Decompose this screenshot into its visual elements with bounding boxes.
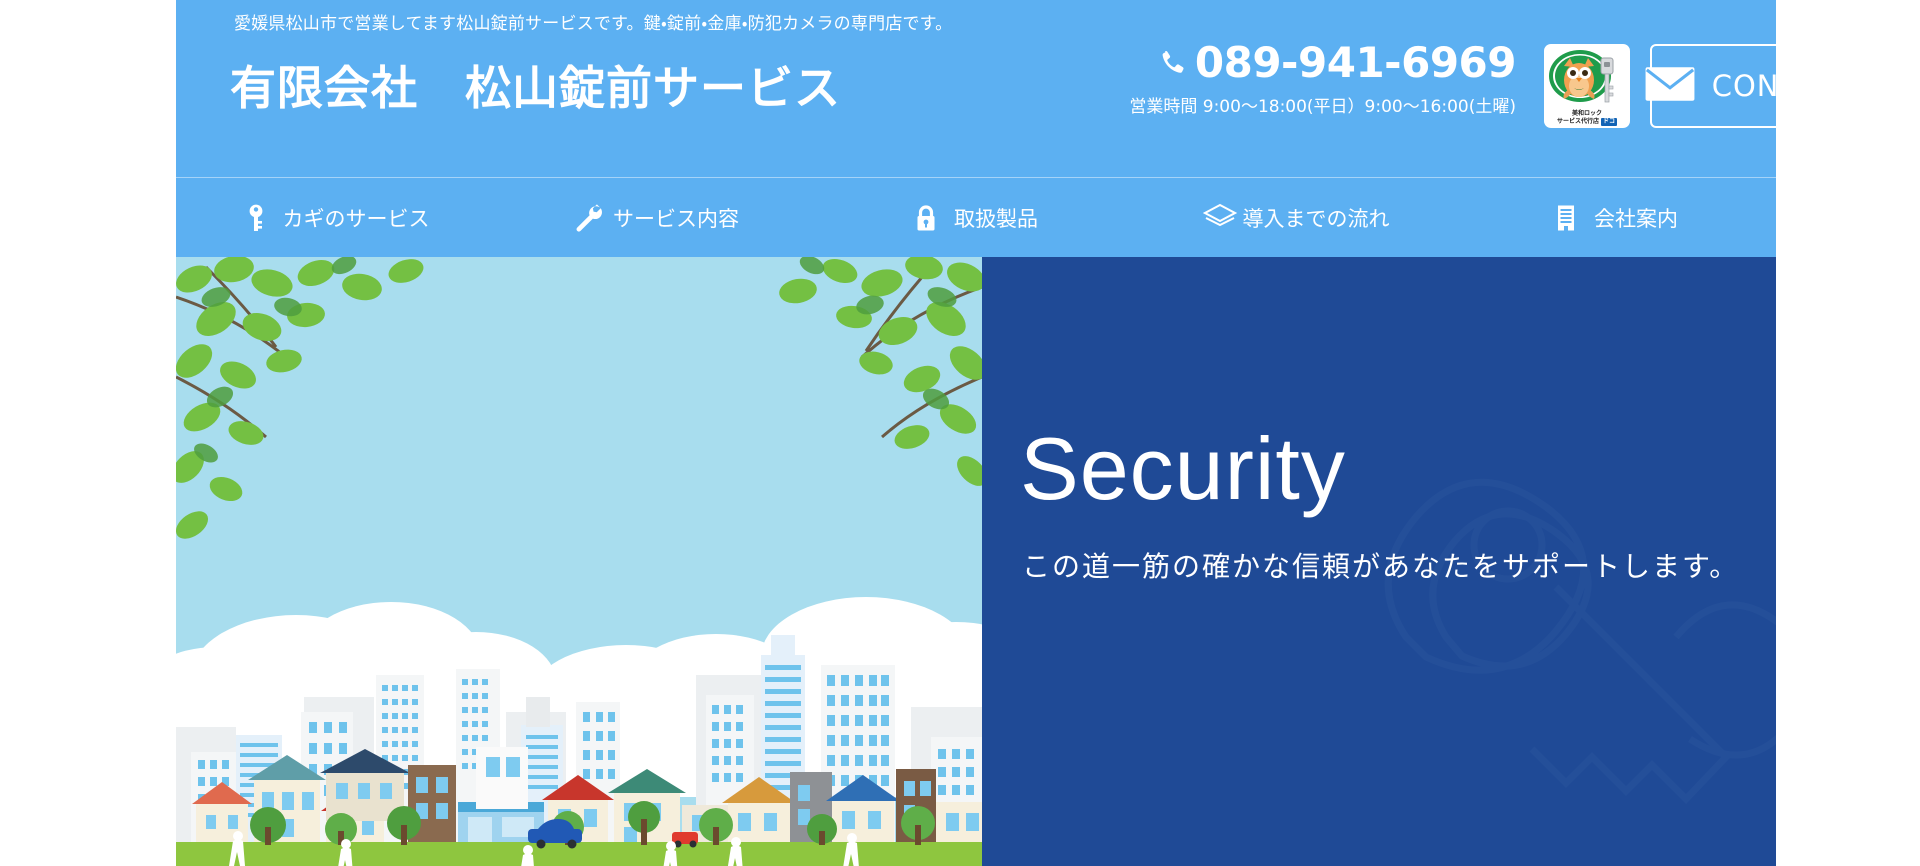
badge-caption: 美和ロック サービス代行店 ドコ (1544, 110, 1630, 126)
hero-title: Security (1020, 419, 1346, 518)
page-container: 愛媛県松山市で営業してます松山錠前サービスです。鍵・錠前・金庫・防犯カメラの専門… (176, 0, 1776, 866)
nav-label: 取扱製品 (954, 206, 1038, 231)
hero-section: Security この道一筋の確かな信頼があなたをサポートします。 (176, 257, 1776, 866)
building-icon (1554, 203, 1580, 233)
site-brand-title: 有限会社 松山錠前サービス (230, 61, 841, 115)
nav-item-company[interactable]: 会社案内 (1456, 178, 1776, 257)
phone-number[interactable]: 089-941-6969 (1195, 42, 1517, 84)
layers-icon (1202, 203, 1237, 233)
business-hours: 営業時間 9:00〜18:00(平日）9:00〜16:00(土曜) (1129, 97, 1516, 117)
owl-key-logo (1549, 50, 1614, 103)
badge-line-1: 美和ロック (1571, 110, 1602, 117)
miwa-agent-badge: 美和ロック サービス代行店 ドコ (1544, 44, 1630, 128)
nav-label: カギのサービス (282, 206, 430, 231)
nav-item-service-content[interactable]: サービス内容 (496, 178, 816, 257)
lock-icon (914, 203, 940, 233)
nav-label: 会社案内 (1594, 206, 1678, 231)
badge-line-2: サービス代行店 (1556, 118, 1599, 125)
contact-button[interactable]: CONTACT (1645, 44, 1776, 128)
key-icon (243, 203, 269, 233)
phone-block: 089-941-6969 営業時間 9:00〜18:00(平日）9:00〜16:… (1116, 42, 1517, 118)
contact-label: CONTACT (1711, 69, 1776, 103)
nav-label: 導入までの流れ (1242, 206, 1390, 231)
site-tagline: 愛媛県松山市で営業してます松山錠前サービスです。鍵・錠前・金庫・防犯カメラの専門… (234, 14, 953, 34)
badge-line-2-wrap: サービス代行店 ドコ (1544, 118, 1630, 126)
hero-subtitle: この道一筋の確かな信頼があなたをサポートします。 (1022, 550, 1740, 583)
hero-text-panel: Security この道一筋の確かな信頼があなたをサポートします。 (982, 257, 1776, 866)
envelope-icon (1644, 66, 1696, 107)
badge-chip: ドコ (1601, 118, 1618, 126)
nav-item-flow[interactable]: 導入までの流れ (1136, 178, 1456, 257)
wrench-icon (573, 203, 602, 233)
site-header: 愛媛県松山市で営業してます松山錠前サービスです。鍵・錠前・金庫・防犯カメラの専門… (176, 0, 1776, 177)
phone-row[interactable]: 089-941-6969 (1116, 42, 1517, 84)
nav-item-key-service[interactable]: カギのサービス (176, 178, 496, 257)
key-outline-watermark (1384, 478, 1776, 805)
cityscape-illustration (176, 257, 982, 866)
nav-label: サービス内容 (613, 206, 739, 231)
main-navigation: カギのサービス サービス内容 取扱製品 導入までの流れ 会社案内 (176, 177, 1776, 257)
nav-item-products[interactable]: 取扱製品 (816, 178, 1136, 257)
phone-icon (1157, 46, 1187, 80)
